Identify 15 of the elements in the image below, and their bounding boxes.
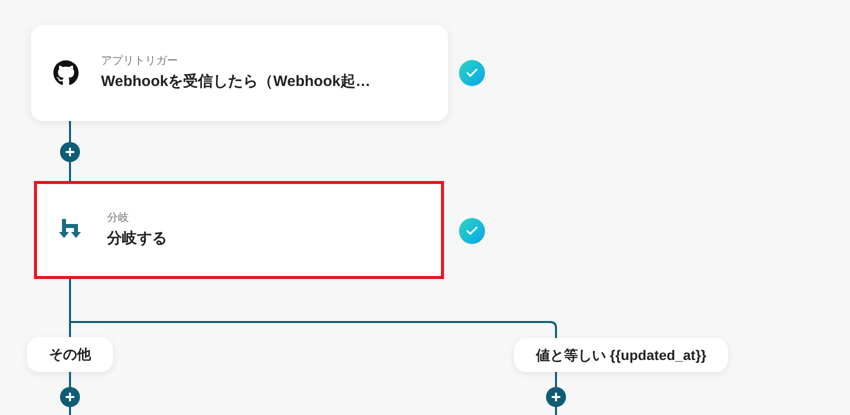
branch-label[interactable]: 値と等しい {{updated_at}} xyxy=(514,338,728,372)
step-title: 分岐する xyxy=(107,230,167,248)
branch-label[interactable]: その他 xyxy=(27,337,113,372)
step-category: アプリトリガー xyxy=(101,54,179,68)
add-step-button[interactable] xyxy=(546,387,566,407)
step-category: 分岐 xyxy=(107,212,130,226)
add-step-button[interactable] xyxy=(60,142,80,162)
plus-icon xyxy=(64,391,76,403)
plus-icon xyxy=(64,146,76,158)
step-card[interactable]: アプリトリガー Webhookを受信したら（Webhook起… xyxy=(31,25,448,121)
step-card[interactable]: 分岐 分岐する xyxy=(34,181,444,279)
plus-icon xyxy=(550,391,562,403)
cat-logo-icon xyxy=(53,60,79,86)
add-step-button[interactable] xyxy=(60,387,80,407)
step-title: Webhookを受信したら（Webhook起… xyxy=(101,72,370,92)
